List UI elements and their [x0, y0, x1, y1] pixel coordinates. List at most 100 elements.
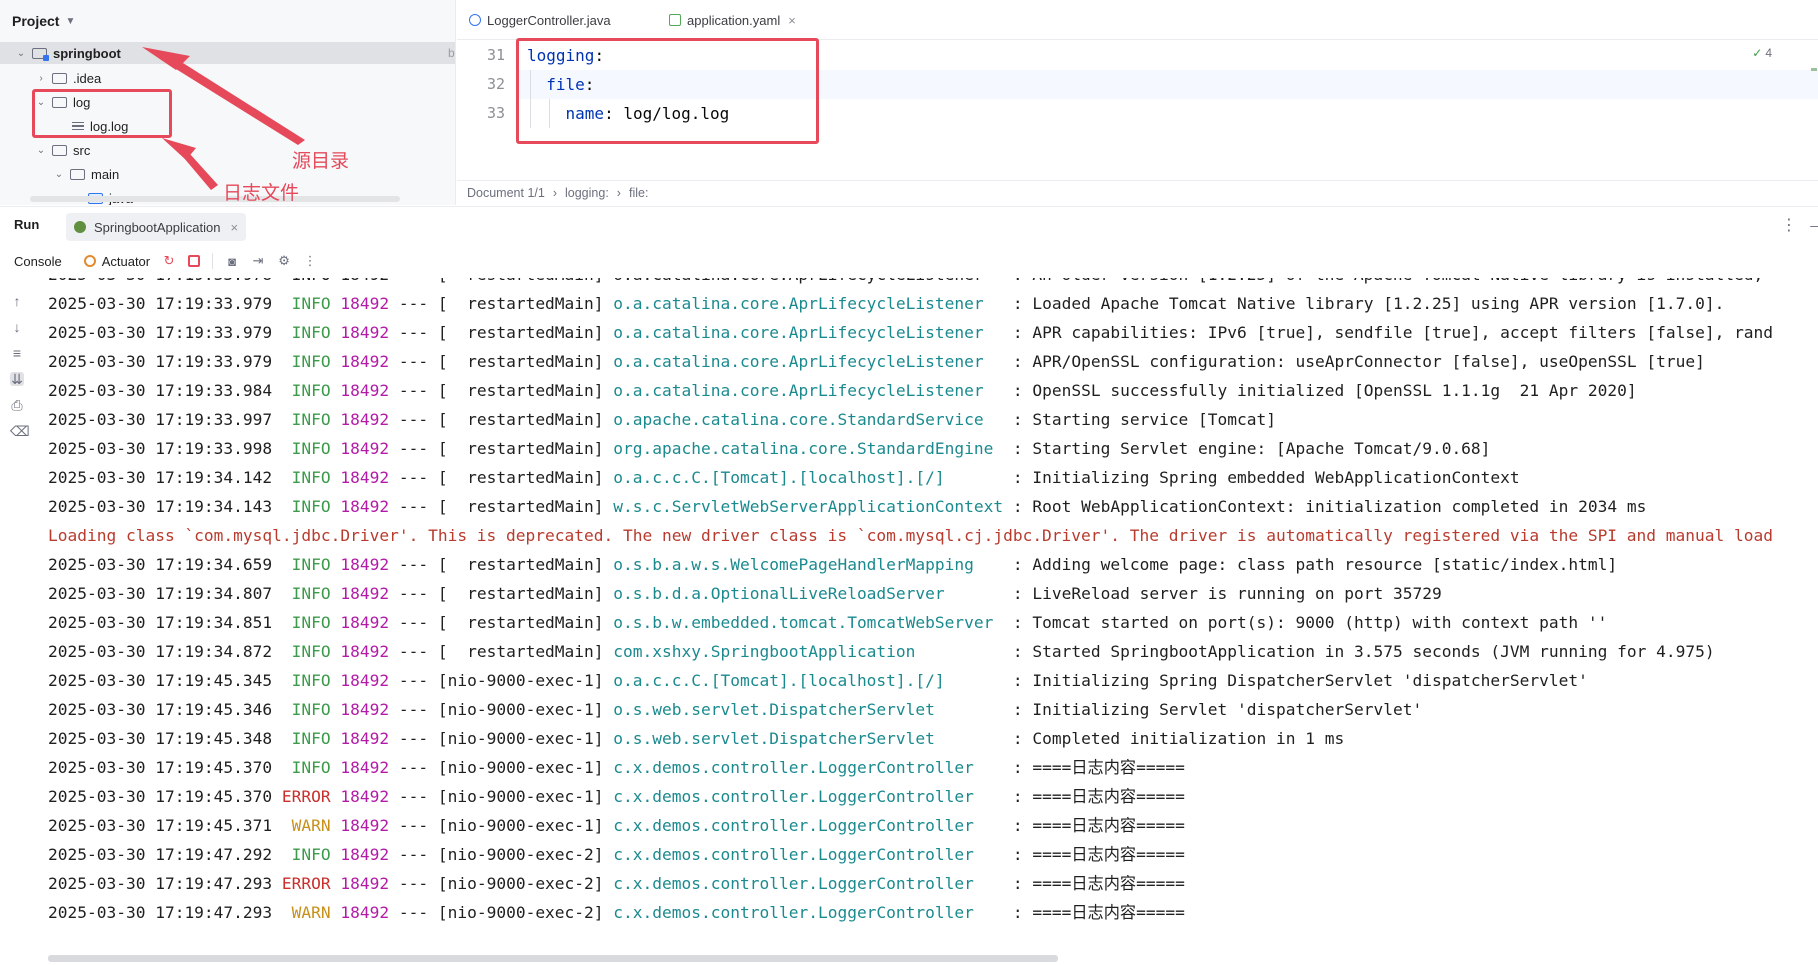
log-timestamp: 2025-03-30 17:19:45.346 — [48, 700, 273, 719]
log-logger: o.a.c.c.C.[Tomcat].[localhost].[/] — [613, 671, 945, 690]
log-message: ====日志内容===== — [1032, 787, 1185, 806]
yaml-key: name — [565, 104, 605, 123]
log-logger: o.s.web.servlet.DispatcherServlet — [613, 729, 935, 748]
settings-icon[interactable]: ⚙ — [277, 253, 291, 268]
log-logger: c.x.demos.controller.LoggerController — [613, 874, 974, 893]
scroll-down-icon[interactable]: ↓ — [10, 320, 24, 334]
log-message: Adding welcome page: class path resource… — [1032, 555, 1618, 574]
log-message: Loaded Apache Tomcat Native library [1.2… — [1032, 294, 1725, 313]
log-pid: 18492 — [340, 816, 390, 835]
log-pid: 18492 — [340, 613, 390, 632]
log-pid: 18492 — [340, 758, 390, 777]
code-line-current[interactable]: file: — [519, 70, 1818, 99]
rerun-icon[interactable]: ↻ — [162, 253, 176, 268]
tab-logger-controller[interactable]: LoggerController.java — [469, 0, 611, 40]
log-timestamp: 2025-03-30 17:19:33.998 — [48, 439, 273, 458]
log-line: 2025-03-30 17:19:33.979 INFO 18492 --- [… — [48, 323, 1774, 342]
log-line: 2025-03-30 17:19:34.659 INFO 18492 --- [… — [48, 555, 1618, 574]
more-options-icon[interactable]: ⋮ — [303, 253, 317, 268]
console-output[interactable]: 2025-03-30 17:19:33.978 INFO 18492 --- [… — [36, 278, 1818, 965]
run-title: Run — [14, 217, 40, 232]
clear-all-icon[interactable]: ⌫ — [10, 424, 30, 438]
close-icon[interactable]: × — [230, 220, 238, 235]
exit-icon[interactable]: ⇥ — [251, 253, 265, 268]
console-side-toolbar: ↑ ↓ ≡ ⇊ ⎙ ⌫ — [0, 278, 36, 965]
indent-guide — [530, 70, 531, 128]
log-level: INFO — [291, 758, 331, 777]
log-message: LiveReload server is running on port 357… — [1032, 584, 1442, 603]
more-options-icon[interactable]: ⋮ — [1781, 215, 1798, 235]
log-thread: [ restartedMain] — [437, 439, 604, 458]
console-horizontal-scrollbar[interactable] — [48, 955, 1058, 962]
log-thread: [nio-9000-exec-1] — [437, 671, 604, 690]
log-line: Loading class `com.mysql.jdbc.Driver'. T… — [48, 521, 1773, 550]
scroll-up-icon[interactable]: ↑ — [10, 294, 24, 308]
log-thread: [ restartedMain] — [437, 381, 604, 400]
log-timestamp: 2025-03-30 17:19:34.143 — [48, 497, 273, 516]
log-thread: [ restartedMain] — [437, 642, 604, 661]
log-timestamp: 2025-03-30 17:19:34.659 — [48, 555, 273, 574]
log-line-partial: 2025-03-30 17:19:33.978 INFO 18492 --- [… — [48, 278, 1763, 289]
breadcrumb-file[interactable]: file: — [629, 186, 648, 200]
log-message: ====日志内容===== — [1032, 903, 1185, 922]
log-timestamp: 2025-03-30 17:19:47.293 — [48, 903, 273, 922]
log-message: Completed initialization in 1 ms — [1032, 729, 1345, 748]
close-icon[interactable]: × — [788, 13, 796, 28]
log-logger: o.s.web.servlet.DispatcherServlet — [613, 700, 935, 719]
log-pid: 18492 — [340, 497, 390, 516]
editor-scrollbar[interactable] — [1810, 42, 1818, 172]
log-pid: 18492 — [340, 555, 390, 574]
log-level: INFO — [291, 729, 331, 748]
log-thread: [nio-9000-exec-2] — [437, 903, 604, 922]
log-timestamp: 2025-03-30 17:19:33.997 — [48, 410, 273, 429]
stop-icon[interactable] — [188, 255, 201, 267]
log-message: Initializing Spring DispatcherServlet 'd… — [1032, 671, 1588, 690]
log-level: INFO — [291, 700, 331, 719]
log-level: INFO — [291, 323, 331, 342]
log-timestamp: 2025-03-30 17:19:47.293 — [48, 874, 273, 893]
tab-springboot-application[interactable]: SpringbootApplication × — [66, 213, 247, 241]
log-timestamp: 2025-03-30 17:19:45.371 — [48, 816, 273, 835]
log-line: 2025-03-30 17:19:33.979 INFO 18492 --- [… — [48, 352, 1705, 371]
log-thread: [ restartedMain] — [437, 613, 604, 632]
log-level: ERROR — [281, 787, 331, 806]
log-logger: o.s.b.w.embedded.tomcat.TomcatWebServer — [613, 613, 994, 632]
log-logger: c.x.demos.controller.LoggerController — [613, 758, 974, 777]
log-timestamp: 2025-03-30 17:19:34.851 — [48, 613, 273, 632]
log-thread: [ restartedMain] — [437, 352, 604, 371]
inspection-widget[interactable]: ✓ 4 — [1752, 46, 1772, 60]
minimize-icon[interactable]: – — [1810, 217, 1818, 233]
code-line[interactable]: logging: — [527, 41, 604, 70]
actuator-icon — [83, 255, 96, 267]
log-logger: c.x.demos.controller.LoggerController — [613, 816, 974, 835]
log-pid: 18492 — [340, 671, 390, 690]
tab-application-yaml[interactable]: application.yaml × — [667, 0, 800, 40]
log-message: Started SpringbootApplication in 3.575 s… — [1032, 642, 1715, 661]
camera-icon[interactable]: ◙ — [225, 254, 239, 269]
scroll-to-end-icon[interactable]: ⇊ — [10, 372, 24, 386]
log-line: 2025-03-30 17:19:45.370 ERROR 18492 --- … — [48, 787, 1185, 806]
inspection-count: 4 — [1765, 46, 1772, 60]
toolbar-divider — [212, 253, 214, 269]
soft-wrap-icon[interactable]: ≡ — [10, 346, 24, 360]
log-logger: o.apache.catalina.core.StandardService — [613, 410, 984, 429]
code-line[interactable]: name: log/log.log — [527, 99, 730, 128]
print-icon[interactable]: ⎙ — [10, 398, 24, 412]
tab-actuator[interactable]: Actuator — [83, 254, 150, 269]
annotation-source-dir: 源目录 — [292, 151, 350, 172]
log-pid: 18492 — [340, 729, 390, 748]
breadcrumb-logging[interactable]: logging: — [565, 186, 609, 200]
breadcrumb-document[interactable]: Document 1/1 — [467, 186, 545, 200]
log-thread: [ restartedMain] — [437, 468, 604, 487]
tab-console[interactable]: Console — [14, 254, 62, 269]
log-line: 2025-03-30 17:19:33.998 INFO 18492 --- [… — [48, 439, 1491, 458]
log-logger: com.xshxy.SpringbootApplication — [613, 642, 916, 661]
log-thread: [nio-9000-exec-1] — [437, 758, 604, 777]
yaml-value: : — [594, 46, 605, 65]
tab-label: SpringbootApplication — [94, 219, 221, 235]
log-level: INFO — [291, 845, 331, 864]
yaml-file-icon — [669, 14, 681, 26]
log-line: 2025-03-30 17:19:34.143 INFO 18492 --- [… — [48, 497, 1647, 516]
log-logger: o.a.catalina.core.AprLifecycleListener — [613, 294, 984, 313]
log-level: INFO — [291, 439, 331, 458]
